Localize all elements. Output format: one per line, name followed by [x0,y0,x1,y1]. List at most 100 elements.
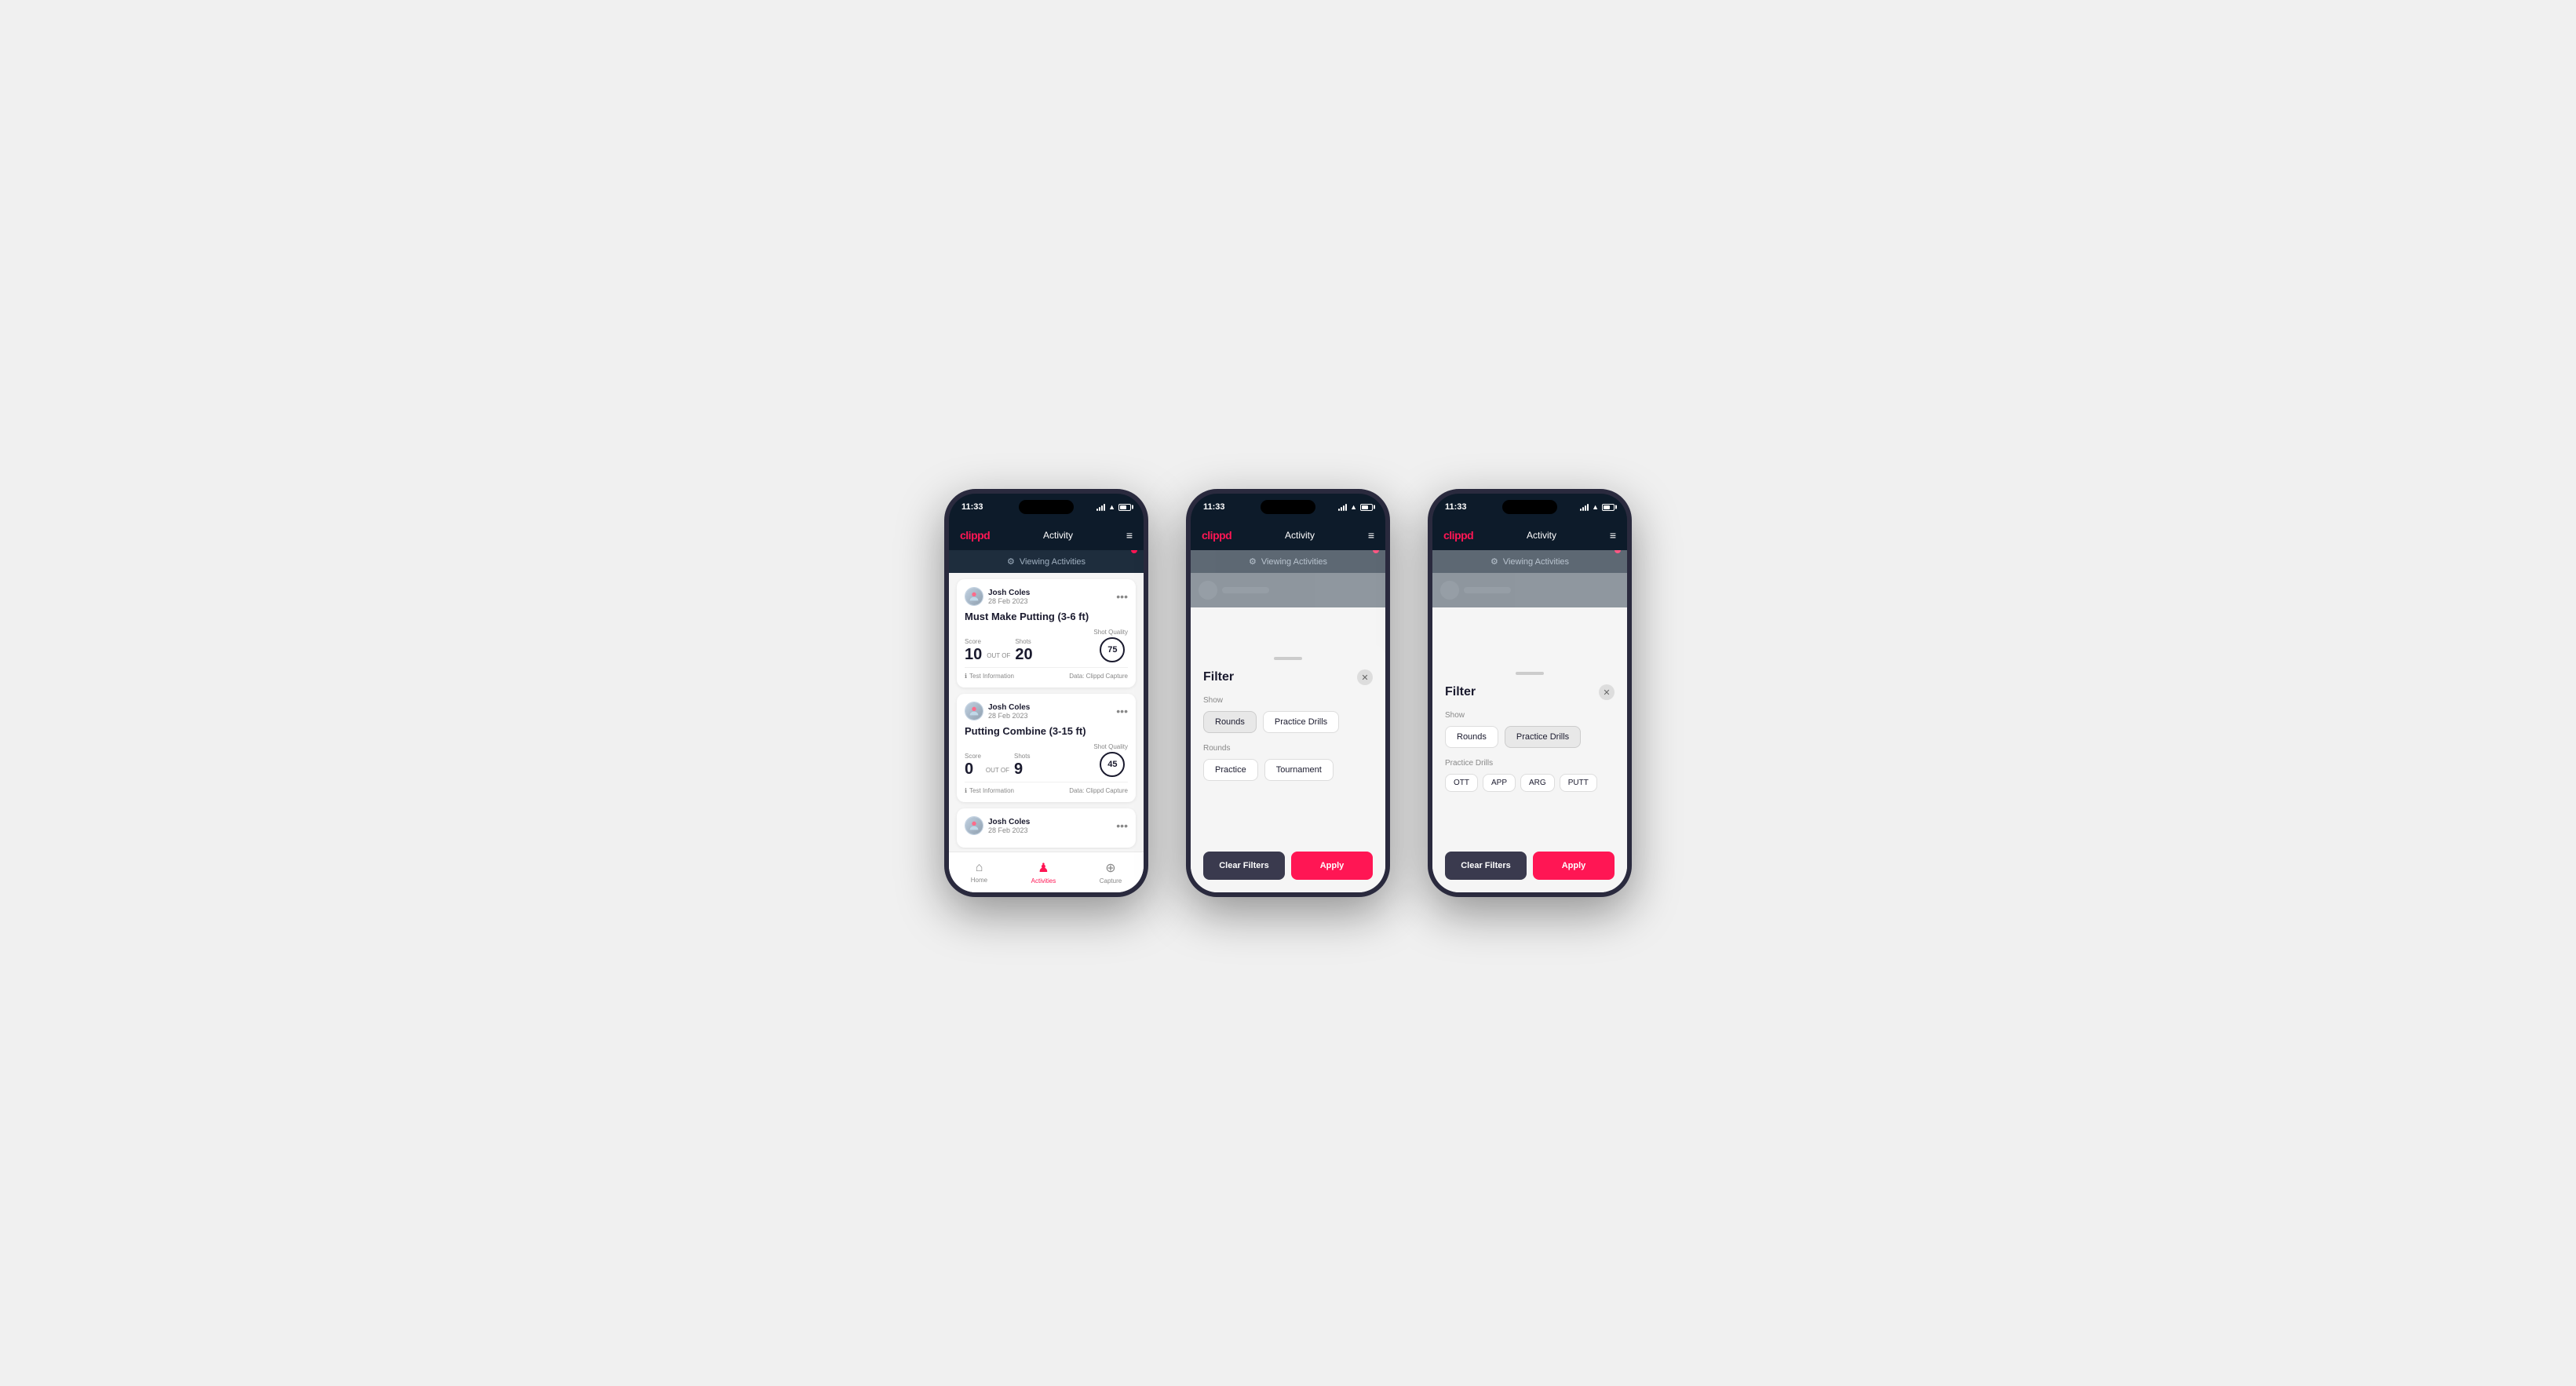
wifi-icon-2: ▲ [1350,503,1357,511]
more-dots-1[interactable]: ••• [1116,591,1128,602]
viewing-bar-1[interactable]: ⚙ Viewing Activities [949,550,1144,573]
phone3: 11:33 ▲ clippd Activity [1428,489,1632,897]
modal-title-2: Filter [1203,670,1234,684]
footer-data-2: Data: Clippd Capture [1069,787,1128,794]
modal-handle-3 [1516,672,1544,675]
clear-filters-btn-3[interactable]: Clear Filters [1445,852,1527,880]
putt-btn-3[interactable]: PUTT [1560,774,1597,792]
dimmed-avatar-2 [1199,581,1217,600]
modal-footer-2: Clear Filters Apply [1203,852,1373,880]
apply-btn-2[interactable]: Apply [1291,852,1373,880]
clippd-logo-1: clippd [960,529,990,542]
avatar-2 [965,702,983,720]
home-icon-1: ⌂ [976,861,983,875]
modal-header-3: Filter ✕ [1445,684,1615,700]
user-details-3: Josh Coles 28 Feb 2023 [988,818,1030,834]
nav-capture-1[interactable]: ⊕ Capture [1100,860,1122,884]
activity-title-2: Putting Combine (3-15 ft) [965,725,1128,737]
rounds-label-2: Rounds [1203,744,1373,753]
arg-btn-3[interactable]: ARG [1520,774,1555,792]
hamburger-icon-2[interactable]: ≡ [1368,529,1374,542]
hamburger-icon-1[interactable]: ≡ [1126,529,1133,542]
ott-btn-3[interactable]: OTT [1445,774,1478,792]
wifi-icon-3: ▲ [1592,503,1599,511]
modal-header-2: Filter ✕ [1203,669,1373,685]
show-label-3: Show [1445,711,1615,720]
signal-bars-1 [1096,503,1105,511]
activity-card-3: Josh Coles 28 Feb 2023 ••• [957,808,1136,848]
status-icons-2: ▲ [1338,503,1373,511]
rounds-show-btn-2[interactable]: Rounds [1203,711,1257,733]
clear-filters-btn-2[interactable]: Clear Filters [1203,852,1285,880]
header-title-3: Activity [1527,530,1556,541]
score-section-2: Score 0 [965,753,981,777]
screen-content-3: ⚙ Viewing Activities Filter ✕ [1432,550,1627,892]
stats-row-1: Score 10 OUT OF Shots 20 Shot Quality [965,629,1128,662]
practice-drills-show-btn-3[interactable]: Practice Drills [1505,726,1581,748]
status-time-3: 11:33 [1445,502,1467,512]
practice-drills-label-3: Practice Drills [1445,759,1615,768]
status-icons-1: ▲ [1096,503,1131,511]
cards-container-1: Josh Coles 28 Feb 2023 ••• Must Make Put… [949,573,1144,849]
apply-btn-3[interactable]: Apply [1533,852,1615,880]
rounds-buttons-2: Practice Tournament [1203,759,1373,781]
phone2: 11:33 ▲ clippd Activity [1186,489,1390,897]
avatar-inner-2 [965,702,983,720]
card-footer-2: ℹ Test Information Data: Clippd Capture [965,782,1128,794]
modal-footer-3: Clear Filters Apply [1445,852,1615,880]
activity-card-2: Josh Coles 28 Feb 2023 ••• Putting Combi… [957,694,1136,802]
shots-section-2: Shots 9 [1014,753,1030,777]
practice-round-btn-2[interactable]: Practice [1203,759,1258,781]
signal-bars-3 [1580,503,1589,511]
dimmed-name-3 [1464,587,1511,593]
shots-section-1: Shots 20 [1015,638,1032,662]
out-of-2: OUT OF [986,767,1009,774]
close-button-2[interactable]: ✕ [1357,669,1373,685]
notification-dot-2 [1373,550,1379,553]
shots-value-2: 9 [1014,761,1030,777]
card-header-2: Josh Coles 28 Feb 2023 ••• [965,702,1128,720]
app-header-2: clippd Activity ≡ [1191,520,1385,550]
avatar-1 [965,587,983,606]
card-header-3: Josh Coles 28 Feb 2023 ••• [965,816,1128,835]
dimmed-card-2 [1191,573,1385,607]
user-info-3: Josh Coles 28 Feb 2023 [965,816,1030,835]
filter-modal-2: Filter ✕ Show Rounds Practice Drills Rou… [1191,644,1385,892]
shots-label-2: Shots [1014,753,1030,760]
screen-content-2: ⚙ Viewing Activities Filter ✕ [1191,550,1385,892]
app-btn-3[interactable]: APP [1483,774,1516,792]
more-dots-3[interactable]: ••• [1116,820,1128,831]
battery-fill-1 [1120,505,1126,509]
modal-title-3: Filter [1445,685,1476,699]
phone3-wrapper: 11:33 ▲ clippd Activity [1428,489,1632,897]
avatar-inner-3 [965,817,983,834]
hamburger-icon-3[interactable]: ≡ [1610,529,1616,542]
activity-card-1: Josh Coles 28 Feb 2023 ••• Must Make Put… [957,579,1136,688]
dimmed-viewing-bar-2: ⚙ Viewing Activities [1191,550,1385,573]
card-footer-1: ℹ Test Information Data: Clippd Capture [965,667,1128,680]
nav-activities-1[interactable]: ♟ Activities [1031,860,1056,884]
close-button-3[interactable]: ✕ [1599,684,1615,700]
dimmed-viewing-text-3: Viewing Activities [1503,557,1569,567]
dimmed-gear-2: ⚙ [1249,556,1257,567]
dimmed-viewing-text-2: Viewing Activities [1261,557,1327,567]
score-value-1: 10 [965,647,982,662]
score-value-2: 0 [965,761,981,777]
sq-value-1: 75 [1107,645,1117,655]
nav-home-1[interactable]: ⌂ Home [971,861,987,884]
user-date-1: 28 Feb 2023 [988,597,1030,605]
dimmed-card-3 [1432,573,1627,607]
avatar-3 [965,816,983,835]
user-info-1: Josh Coles 28 Feb 2023 [965,587,1030,606]
dimmed-user-3 [1440,581,1619,600]
app-header-1: clippd Activity ≡ [949,520,1144,550]
info-icon-1: ℹ [965,673,967,680]
card-header-1: Josh Coles 28 Feb 2023 ••• [965,587,1128,606]
score-section-1: Score 10 [965,638,982,662]
tournament-round-btn-2[interactable]: Tournament [1264,759,1334,781]
dimmed-avatar-3 [1440,581,1459,600]
sq-label-2: Shot Quality [1093,743,1128,750]
practice-drills-show-btn-2[interactable]: Practice Drills [1263,711,1339,733]
more-dots-2[interactable]: ••• [1116,706,1128,717]
rounds-show-btn-3[interactable]: Rounds [1445,726,1498,748]
